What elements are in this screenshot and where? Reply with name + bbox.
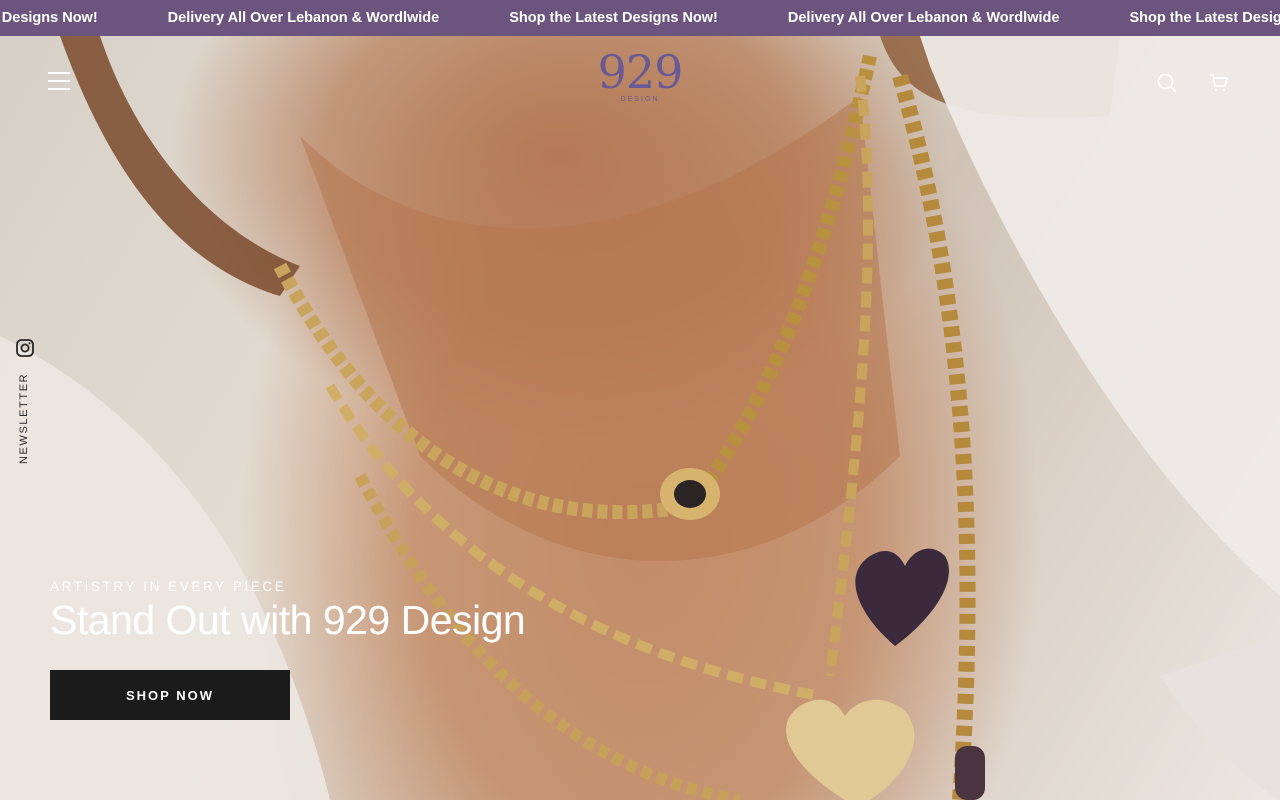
announcement-item[interactable]: Shop the Latest Designs Now! — [0, 0, 133, 36]
logo-digits: 929 — [597, 45, 684, 99]
search-icon[interactable] — [1155, 71, 1179, 95]
site-logo[interactable]: 929 DESIGN — [582, 46, 698, 120]
announcement-item[interactable]: Shop the Latest Designs Now! — [1094, 0, 1280, 36]
site-header: 929 DESIGN — [0, 36, 1280, 131]
hero-headline: Stand Out with 929 Design — [50, 597, 526, 643]
cart-icon[interactable] — [1207, 71, 1231, 95]
announcement-item[interactable]: Delivery All Over Lebanon & Wordlwide — [133, 0, 475, 36]
hero-kicker: ARTISTRY IN EVERY PIECE — [50, 579, 287, 594]
announcement-track: Shop the Latest Designs Now! Delivery Al… — [0, 0, 1280, 36]
announcement-item[interactable]: Delivery All Over Lebanon & Wordlwide — [753, 0, 1095, 36]
shop-now-button[interactable]: SHOP NOW — [50, 670, 290, 720]
menu-icon[interactable] — [48, 72, 74, 94]
announcement-item[interactable]: Shop the Latest Designs Now! — [474, 0, 753, 36]
announcement-bar: Shop the Latest Designs Now! Delivery Al… — [0, 0, 1280, 36]
instagram-icon[interactable] — [15, 338, 35, 358]
newsletter-link[interactable]: NEWSLETTER — [18, 373, 32, 464]
